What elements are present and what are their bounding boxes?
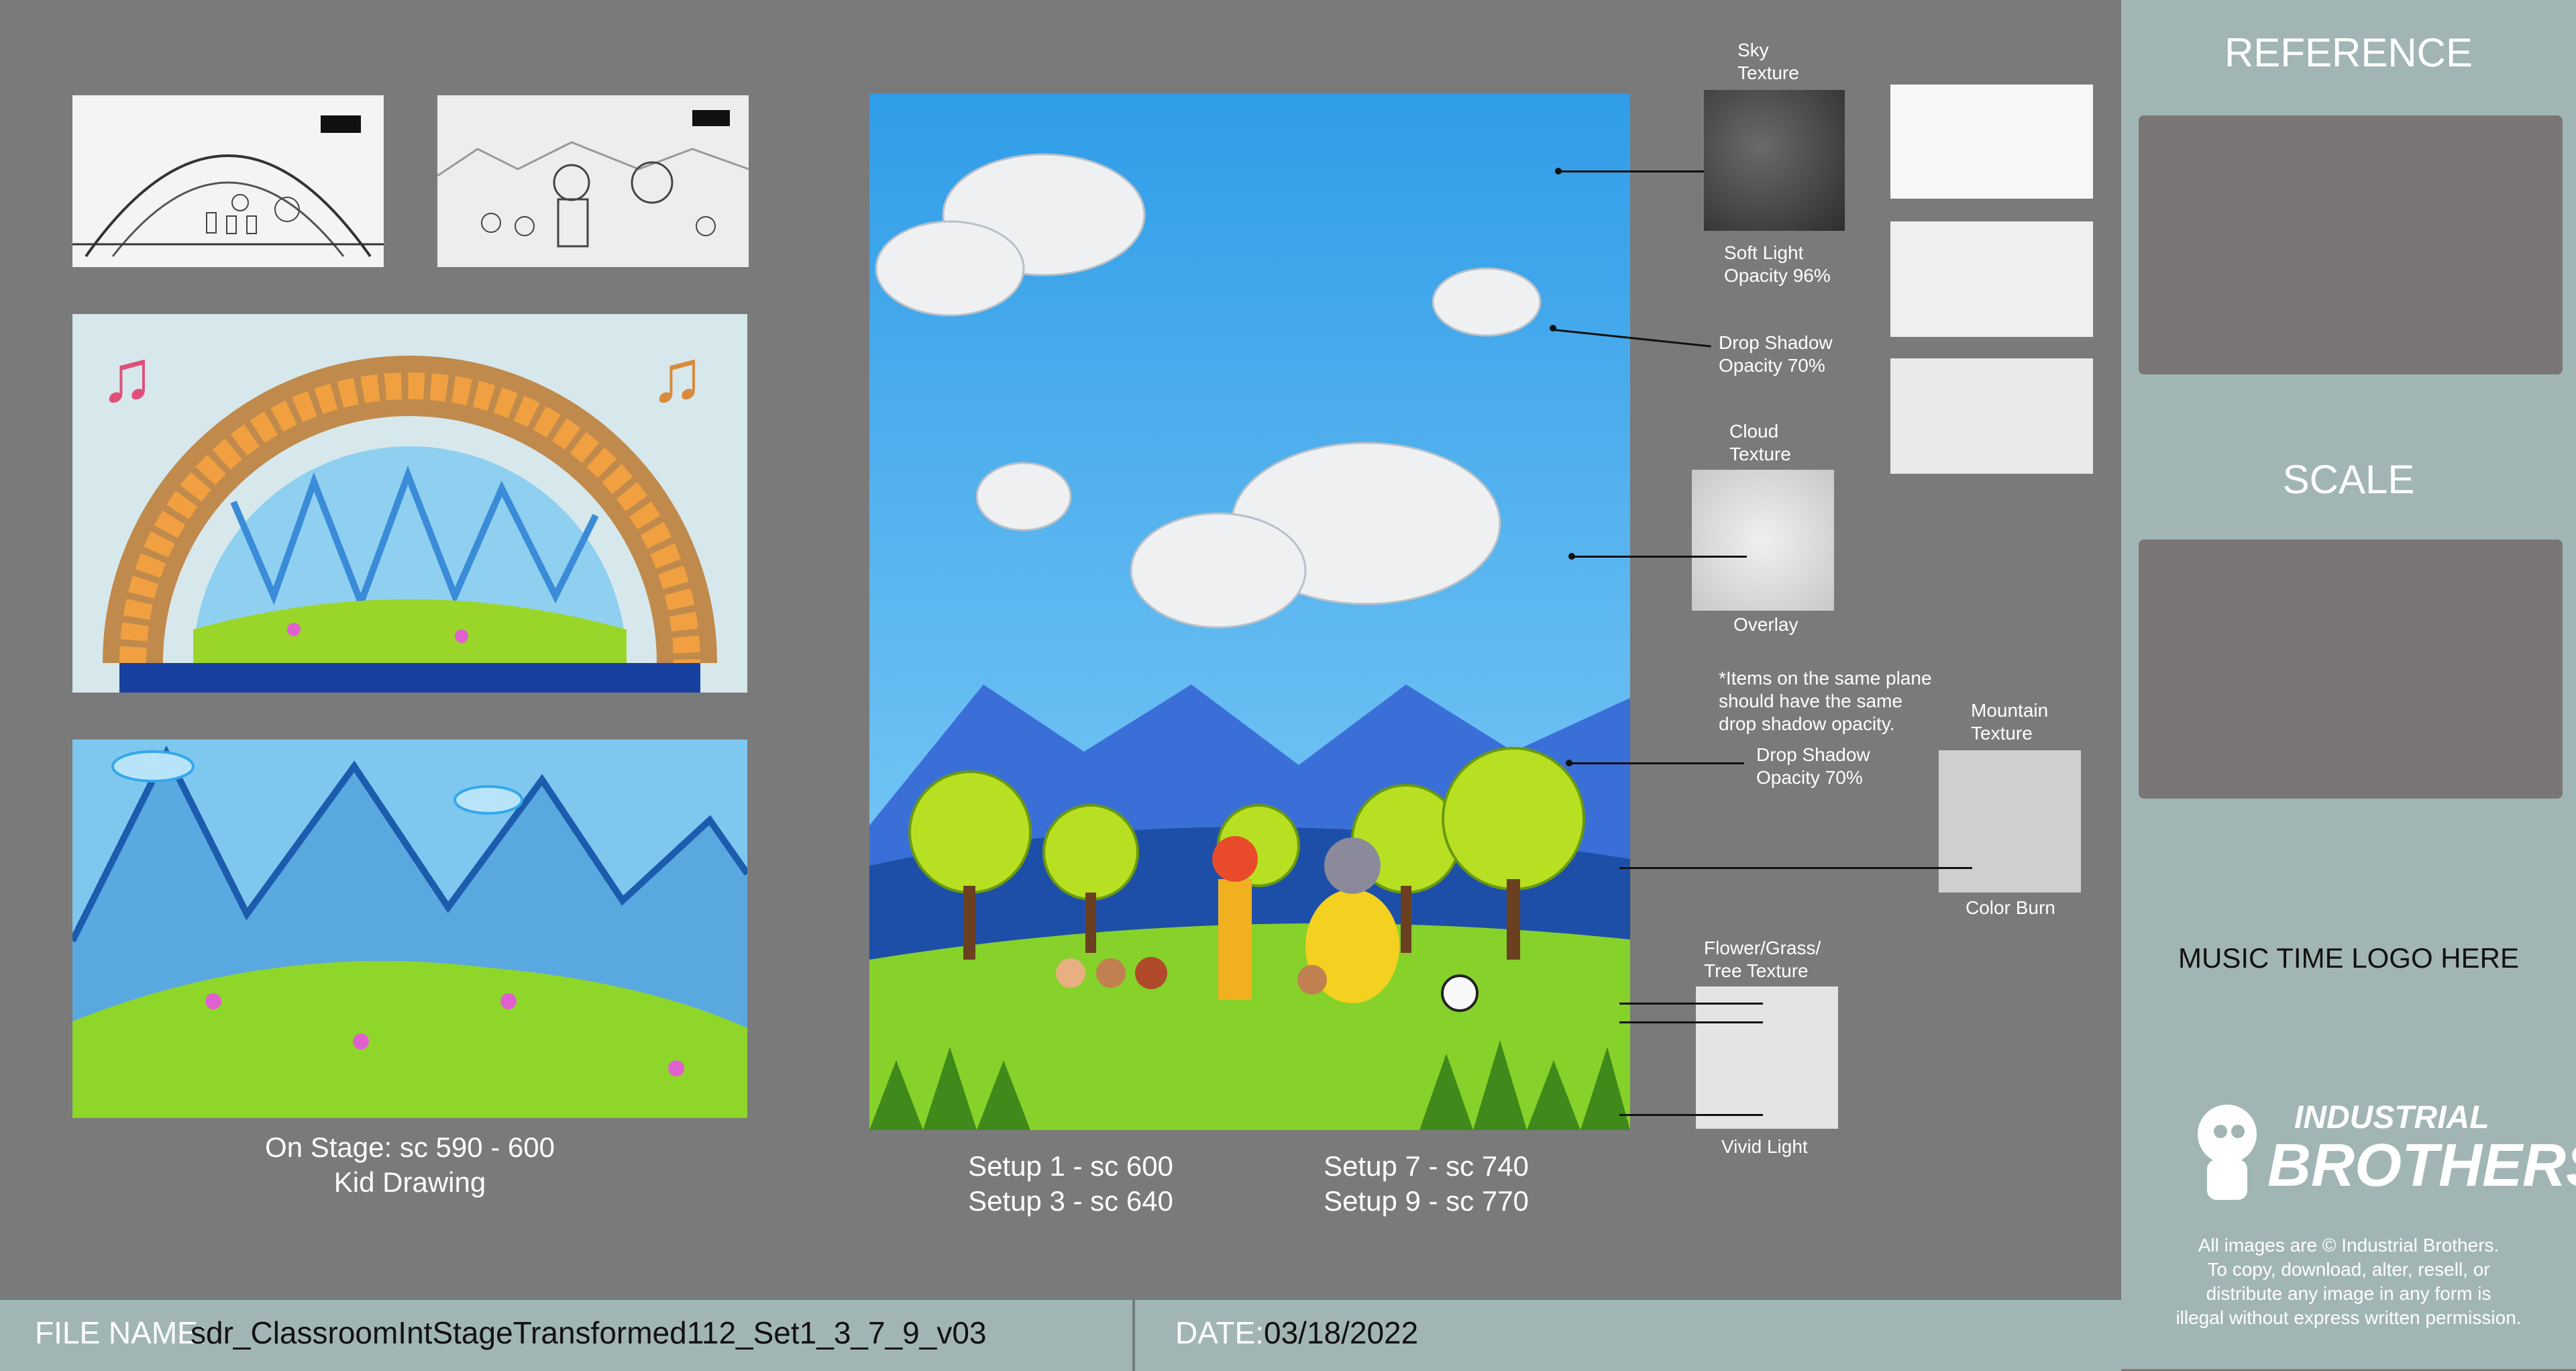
flower-texture-swatch bbox=[1696, 986, 1838, 1129]
file-name-value: sdr_ClassroomIntStageTransformed112_Set1… bbox=[191, 1315, 987, 1350]
drop-shadow-2-line bbox=[1570, 762, 1744, 764]
shadow-plane-note: *Items on the same plane should have the… bbox=[1719, 668, 1932, 734]
drop-shadow-1-label: Drop Shadow Opacity 70% bbox=[1719, 332, 1833, 376]
cloud-texture-swatch bbox=[1692, 470, 1834, 611]
flower-leader-line-2 bbox=[1619, 1021, 1763, 1023]
svg-text:♫: ♫ bbox=[649, 335, 705, 417]
file-name-label: FILE NAME: bbox=[35, 1315, 207, 1350]
brand-logo: INDUSTRIAL BROTHERS bbox=[2180, 1087, 2576, 1208]
flower-leader-line-3 bbox=[1619, 1114, 1763, 1116]
brand-name-line2: BROTHERS bbox=[2267, 1132, 2576, 1199]
storyboard-sketch-stage bbox=[72, 95, 384, 267]
flower-texture-mode: Vivid Light bbox=[1721, 1136, 1808, 1157]
reference-sketch-2 bbox=[1890, 221, 2093, 337]
drop-shadow-2-label: Drop Shadow Opacity 70% bbox=[1756, 744, 1870, 788]
kid-drawing-art bbox=[72, 740, 747, 1118]
brand-name-line1: INDUSTRIAL bbox=[2294, 1100, 2489, 1135]
center-caption-left-1: Setup 1 - sc 600 bbox=[968, 1150, 1173, 1182]
sky-texture-mode: Soft Light Opacity 96% bbox=[1724, 242, 1831, 286]
scale-title: SCALE bbox=[2282, 457, 2415, 502]
left-caption-line1: On Stage: sc 590 - 600 bbox=[265, 1131, 555, 1163]
on-stage-rainbow-art: ♫ ♫ bbox=[72, 314, 747, 693]
center-caption-right-1: Setup 7 - sc 740 bbox=[1324, 1150, 1529, 1182]
mountain-leader-line bbox=[1619, 867, 1972, 869]
main-setup-art bbox=[869, 94, 1630, 1130]
left-caption-line2: Kid Drawing bbox=[333, 1166, 486, 1198]
bottom-bar-divider bbox=[1132, 1300, 1135, 1371]
flower-texture-title: Flower/Grass/ Tree Texture bbox=[1704, 937, 1821, 981]
bottom-bar: FILE NAME: sdr_ClassroomIntStageTransfor… bbox=[0, 1298, 2121, 1371]
reference-sketch-1 bbox=[1890, 85, 2093, 199]
right-sidebar: REFERENCE SCALE MUSIC TIME LOGO HERE IND… bbox=[2121, 0, 2576, 1369]
cloud-texture-mode: Overlay bbox=[1733, 614, 1799, 635]
mountain-texture-swatch bbox=[1939, 750, 2081, 893]
sky-leader-line bbox=[1558, 170, 1704, 172]
storyboard-sketch-field bbox=[437, 95, 749, 267]
mountain-texture-title: Mountain Texture bbox=[1971, 700, 2049, 744]
date-value: 03/18/2022 bbox=[1264, 1315, 1419, 1350]
copyright-notice: All images are © Industrial Brothers. To… bbox=[2176, 1235, 2522, 1328]
mountain-texture-mode: Color Burn bbox=[1966, 897, 2055, 918]
cloud-texture-title: Cloud Texture bbox=[1729, 421, 1791, 464]
center-caption-right-2: Setup 9 - sc 770 bbox=[1324, 1185, 1529, 1217]
flower-leader-line-1 bbox=[1619, 1003, 1763, 1005]
center-caption-left-2: Setup 3 - sc 640 bbox=[968, 1185, 1173, 1217]
reference-sketch-3 bbox=[1890, 358, 2093, 474]
reference-box bbox=[2139, 115, 2563, 374]
sky-texture-swatch bbox=[1704, 90, 1845, 231]
reference-title: REFERENCE bbox=[2224, 30, 2473, 75]
logo-placeholder: MUSIC TIME LOGO HERE bbox=[2178, 942, 2519, 974]
cloud-leader-line bbox=[1572, 556, 1747, 558]
svg-text:♫: ♫ bbox=[99, 335, 155, 417]
sky-texture-title: Sky Texture bbox=[1737, 40, 1799, 83]
scale-box bbox=[2139, 540, 2563, 799]
date-label: DATE: bbox=[1175, 1315, 1265, 1350]
